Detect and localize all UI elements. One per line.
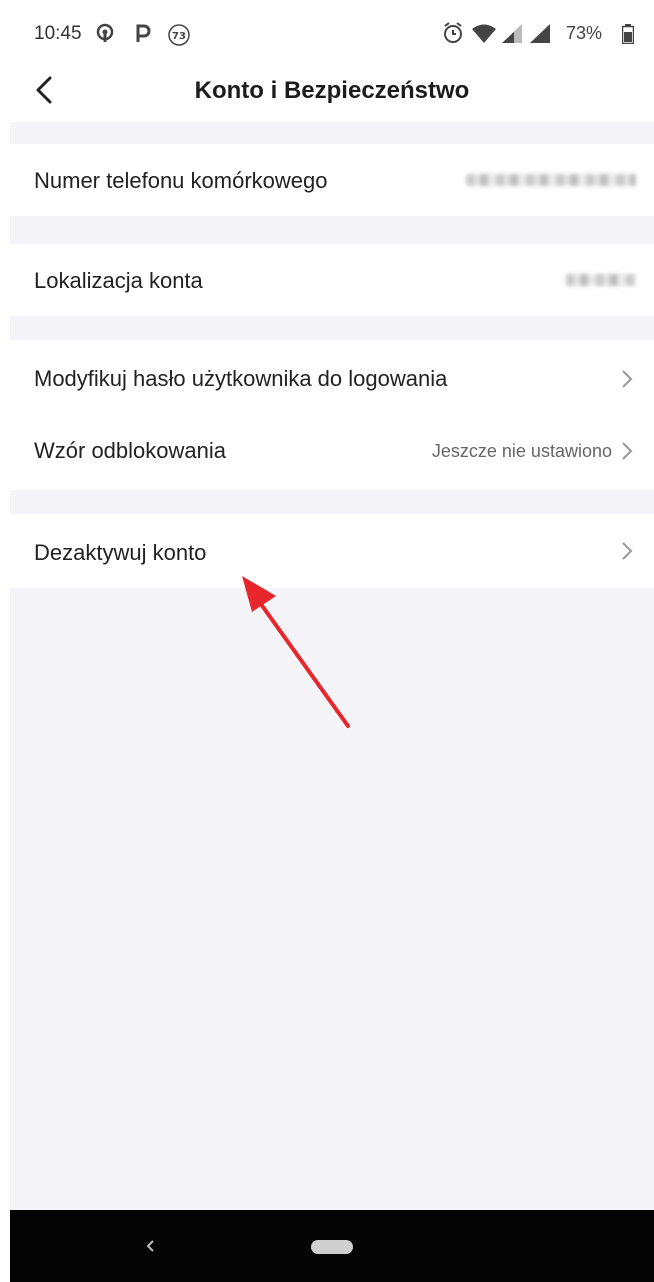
nav-back-button[interactable] (140, 1232, 160, 1260)
phone-number-row[interactable]: Numer telefonu komórkowego (10, 144, 654, 216)
battery-icon (621, 24, 635, 49)
unlock-pattern-label: Wzór odblokowania (34, 438, 226, 463)
page-title: Konto i Bezpieczeństwo (194, 77, 470, 104)
badge-count: 73 (172, 31, 186, 42)
chevron-right-icon (622, 442, 633, 460)
unlock-pattern-row[interactable]: Wzór odblokowania Jeszcze nie ustawiono (10, 410, 654, 490)
badge-73-icon: 73 (166, 22, 192, 53)
account-location-value-redacted (566, 274, 636, 286)
phone-screen: 10:45 73 73% Konto i Bezpieczeństwo Nume… (10, 10, 654, 1282)
parking-icon (134, 23, 152, 50)
signal-icon-2 (530, 24, 552, 49)
podcast-icon (94, 23, 116, 50)
chevron-right-icon (622, 370, 633, 388)
account-location-row[interactable]: Lokalizacja konta (10, 244, 654, 316)
wifi-icon (472, 24, 496, 49)
alarm-icon (442, 21, 464, 50)
android-navigation-bar (10, 1210, 654, 1282)
modify-password-row[interactable]: Modyfikuj hasło użytkownika do logowania (10, 340, 654, 410)
modify-password-label: Modyfikuj hasło użytkownika do logowania (34, 366, 448, 391)
annotation-arrow (242, 576, 350, 728)
account-location-label: Lokalizacja konta (34, 268, 203, 293)
deactivate-account-label: Dezaktywuj konto (34, 540, 207, 565)
chevron-right-icon (622, 542, 633, 560)
battery-percent: 73% (566, 23, 603, 43)
status-time: 10:45 (34, 23, 82, 44)
nav-home-pill[interactable] (311, 1240, 353, 1254)
chevron-left-icon (146, 1240, 154, 1252)
phone-number-value-redacted (466, 174, 636, 186)
phone-number-label: Numer telefonu komórkowego (34, 168, 328, 193)
status-bar: 10:45 73 73% (10, 10, 654, 60)
signal-icon-1 (502, 24, 524, 49)
app-header: Konto i Bezpieczeństwo (10, 60, 654, 122)
unlock-pattern-value: Jeszcze nie ustawiono (431, 441, 612, 461)
